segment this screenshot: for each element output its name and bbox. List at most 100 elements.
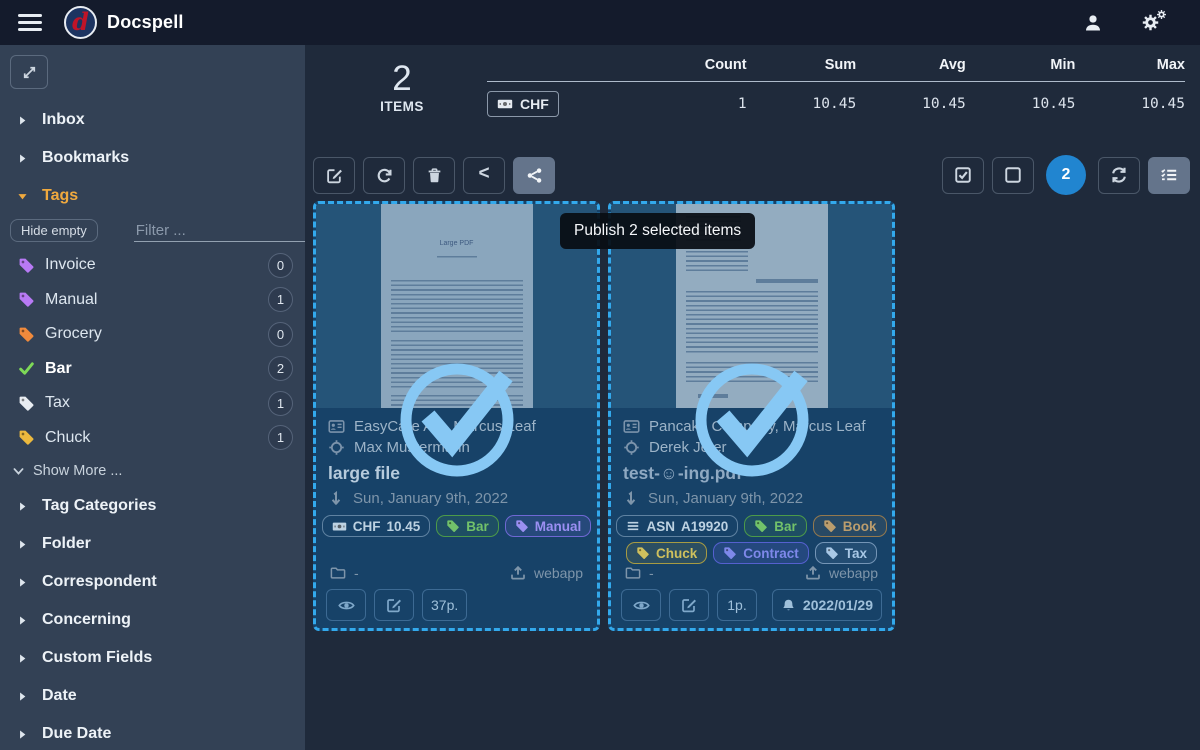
tag-badge[interactable]: Bar [436,515,499,537]
date-icon [328,491,344,507]
tag-badge[interactable]: Manual [505,515,592,537]
edit-item-button[interactable] [374,589,414,621]
correspondent-line: EasyCare AG, Marcus Leaf [328,418,585,435]
caret-down-icon [16,190,42,203]
bell-icon [781,598,796,613]
tag-count-badge: 0 [268,322,293,347]
asn-badge[interactable]: ASN A19920 [616,515,738,537]
chevron-down-icon [12,465,25,478]
tag-item-tax[interactable]: Tax 1 [0,386,305,421]
menu-icon[interactable] [18,14,42,31]
money-icon [497,96,513,112]
app-title: Docspell [107,12,184,33]
share-icon [526,167,543,184]
upload-icon [805,565,821,581]
list-view-button[interactable] [1148,157,1190,194]
tag-badge[interactable]: Tax [815,542,877,564]
show-more-link[interactable]: Show More ... [0,455,305,487]
document-thumbnail: Large PDF [316,204,597,408]
edit-icon [386,597,402,613]
tag-filter-input[interactable] [136,222,305,239]
hide-empty-button[interactable]: Hide empty [10,219,98,242]
delete-button[interactable] [413,157,455,194]
person-target-icon [328,439,345,456]
edit-selected-button[interactable] [313,157,355,194]
item-cards: Large PDF EasyCare AG, Marcus [305,195,1200,631]
gears-icon[interactable] [1141,13,1160,32]
sidebar-item-concerning[interactable]: Concerning [0,601,305,639]
address-card-icon [328,418,345,435]
tag-icon [636,546,650,560]
expand-sidebar-button[interactable] [10,55,48,89]
sidebar: Inbox Bookmarks Tags Hide empty Invoice … [0,45,305,750]
tag-badge[interactable]: Contract [713,542,809,564]
page-count-badge: 37p. [422,589,467,621]
sidebar-item-folder[interactable]: Folder [0,525,305,563]
item-title[interactable]: large file [328,463,585,484]
selected-count-badge: 2 [1046,155,1086,195]
user-icon[interactable] [1083,13,1103,33]
docspell-logo[interactable]: d [64,6,97,39]
stats-header-avg: Avg [856,57,966,73]
invert-selection-button[interactable] [1098,157,1140,194]
tag-icon [754,519,768,533]
sidebar-item-date[interactable]: Date [0,677,305,715]
caret-right-icon [16,114,42,127]
concerning-line: Max Mustermann [328,439,585,456]
tag-item-chuck[interactable]: Chuck 1 [0,421,305,456]
tag-icon [823,519,837,533]
source-line: webapp [805,565,878,581]
tag-item-invoice[interactable]: Invoice 0 [0,248,305,283]
amount-badge[interactable]: CHF 10.45 [322,515,431,537]
stats-header-min: Min [966,57,1076,73]
select-all-button[interactable] [942,157,984,194]
sidebar-item-tag-categories[interactable]: Tag Categories [0,487,305,525]
preview-button[interactable] [621,589,661,621]
tag-icon [515,519,529,533]
tag-icon [18,395,35,412]
sidebar-item-correspondent[interactable]: Correspondent [0,563,305,601]
tag-filter [134,220,305,242]
upload-icon [510,565,526,581]
item-title[interactable]: test-☺-ing.pdf [623,463,880,484]
preview-button[interactable] [326,589,366,621]
edit-item-button[interactable] [669,589,709,621]
item-card-large-file[interactable]: Large PDF EasyCare AG, Marcus [313,201,600,631]
tag-icon [446,519,460,533]
merge-button[interactable]: < [463,157,505,194]
tag-badge[interactable]: Book [813,515,887,537]
tag-item-bar[interactable]: Bar 2 [0,352,305,387]
caret-right-icon [16,614,42,627]
tag-count-badge: 0 [268,253,293,278]
caret-right-icon [16,500,42,513]
tag-icon [723,546,737,560]
stats-row: CHF 1 10.45 10.45 10.45 10.45 [487,82,1185,117]
sidebar-item-custom-fields[interactable]: Custom Fields [0,639,305,677]
stats-header-count: Count [637,57,747,73]
publish-button[interactable] [513,157,555,194]
caret-right-icon [16,538,42,551]
tag-item-grocery[interactable]: Grocery 0 [0,317,305,352]
stats-header-sum: Sum [747,57,857,73]
publish-tooltip: Publish 2 selected items [560,213,755,249]
edit-icon [326,167,343,184]
tag-badge[interactable]: Chuck [626,542,707,564]
trash-icon [426,167,443,184]
deselect-all-button[interactable] [992,157,1034,194]
sidebar-item-inbox[interactable]: Inbox [0,101,305,139]
tag-item-manual[interactable]: Manual 1 [0,283,305,318]
sidebar-item-bookmarks[interactable]: Bookmarks [0,139,305,177]
tag-icon [18,291,35,308]
checkbox-checked-icon [954,166,972,184]
caret-right-icon [16,576,42,589]
tag-count-badge: 1 [268,287,293,312]
sidebar-item-due-date[interactable]: Due Date [0,715,305,750]
tag-badge[interactable]: Bar [744,515,807,537]
sidebar-item-tags[interactable]: Tags [0,177,305,215]
reprocess-button[interactable] [363,157,405,194]
folder-icon [330,565,346,581]
selection-toolbar: < 2 [305,155,1200,195]
items-count: 2 ITEMS [367,60,437,114]
item-card-test-ing[interactable]: Pancake Company, Marcus Leaf Derek Jeter… [608,201,895,631]
stats-header-max: Max [1075,57,1185,73]
